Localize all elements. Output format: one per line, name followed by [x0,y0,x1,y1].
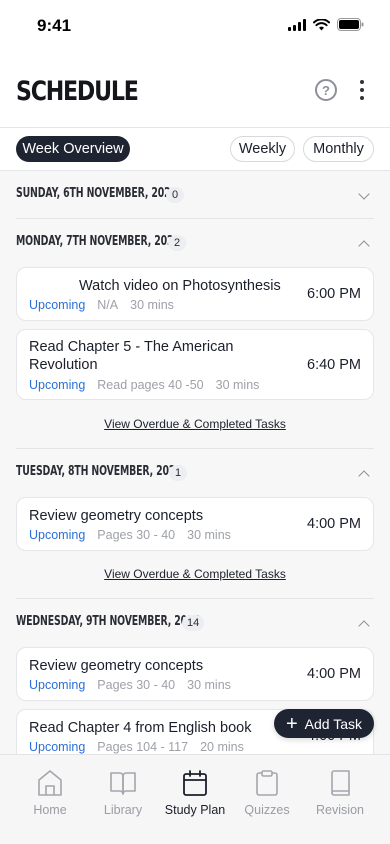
day-header-wednesday[interactable]: WEDNESDAY, 9TH NOVEMBER, 2024 14 [0,599,390,647]
task-card[interactable]: Review geometry concepts Upcoming Pages … [16,647,374,701]
weekly-tab[interactable]: Weekly [230,136,295,162]
task-time: 4:00 PM [307,516,361,532]
task-duration: 30 mins [130,298,174,312]
more-options-button[interactable] [352,78,372,102]
task-time: 6:00 PM [307,286,361,302]
task-duration: 30 mins [215,378,260,392]
task-detail: Read pages 40 -50 [97,378,204,392]
notebook-icon [328,769,352,797]
battery-icon [337,18,364,31]
task-meta: Upcoming Read pages 40 -50 30 mins [29,378,259,392]
task-card[interactable]: Review geometry concepts Upcoming Pages … [16,497,374,551]
week-overview-tab[interactable]: Week Overview [16,136,130,162]
more-dot-icon [360,80,364,84]
monthly-tab[interactable]: Monthly [303,136,374,162]
nav-item-study-plan[interactable]: Study Plan [160,769,230,817]
task-card[interactable]: Watch video on Photosynthesis Upcoming N… [16,267,374,321]
task-title: Read Chapter 5 - The American Revolution [29,339,234,373]
nav-item-revision[interactable]: Revision [305,769,375,817]
task-title: Review geometry concepts [29,658,204,674]
task-meta: Upcoming Pages 104 - 117 20 mins [29,740,244,754]
more-dot-icon [360,88,364,92]
nav-label: Quizzes [244,803,290,817]
task-title: Review geometry concepts [29,508,204,524]
status-bar: 9:41 [0,0,390,50]
task-count-badge: 2 [168,235,186,251]
task-status: Upcoming [29,528,86,542]
task-detail: Pages 30 - 40 [97,678,176,692]
task-count-badge: 14 [182,615,205,631]
schedule-list[interactable]: SUNDAY, 6TH NOVEMBER, 2024 0 MONDAY, 7TH… [0,171,390,754]
calendar-icon [182,769,208,797]
cellular-signal-icon [288,18,306,31]
clipboard-icon [255,769,279,797]
day-title: MONDAY, 7TH NOVEMBER, 2024 [16,234,180,249]
task-time: 4:00 PM [307,666,361,682]
task-card[interactable]: Read Chapter 5 - The American Revolution… [16,329,374,400]
day-header-tuesday[interactable]: TUESDAY, 8TH NOVEMBER, 2024 1 [0,449,390,497]
nav-label: Home [33,803,67,817]
view-filter-bar: Week Overview Weekly Monthly [0,128,390,171]
nav-item-home[interactable]: Home [15,769,85,817]
wifi-icon [313,18,330,30]
nav-item-quizzes[interactable]: Quizzes [232,769,302,817]
task-detail: Pages 30 - 40 [97,528,176,542]
help-button[interactable]: ? [315,79,337,101]
view-overdue-completed-link[interactable]: View Overdue & Completed Tasks [0,417,390,431]
chevron-up-icon[interactable] [358,470,370,482]
status-time: 9:41 [37,16,72,35]
task-title: Watch video on Photosynthesis [79,278,281,294]
day-title: TUESDAY, 8TH NOVEMBER, 2024 [16,464,182,479]
task-count-badge: 1 [169,465,187,481]
home-icon [37,769,63,797]
add-task-button[interactable]: + Add Task [274,709,374,738]
nav-label: Revision [316,803,364,817]
task-meta: Upcoming Pages 30 - 40 30 mins [29,678,231,692]
task-status: Upcoming [29,740,86,754]
day-title: SUNDAY, 6TH NOVEMBER, 2024 [16,186,177,201]
bottom-nav: Home Library Study Plan Quizzes Revision [0,754,390,844]
task-status: Upcoming [29,378,86,392]
nav-label: Study Plan [164,803,226,817]
task-status: Upcoming [29,678,86,692]
nav-item-library[interactable]: Library [88,769,158,817]
plus-icon: + [285,712,298,735]
task-title: Read Chapter 4 from English book [29,720,252,736]
task-time: 6:40 PM [307,357,361,373]
task-detail: Pages 104 - 117 [97,740,189,754]
task-meta: Upcoming Pages 30 - 40 30 mins [29,528,231,542]
more-dot-icon [360,96,364,100]
task-duration: 30 mins [187,678,231,692]
task-duration: 20 mins [200,740,244,754]
page-header: SCHEDULE ? [0,50,390,128]
task-duration: 30 mins [187,528,231,542]
chevron-up-icon[interactable] [358,240,370,252]
add-task-label: Add Task [304,715,363,732]
day-header-sunday[interactable]: SUNDAY, 6TH NOVEMBER, 2024 0 [0,171,390,219]
page-title: SCHEDULE [16,76,139,107]
task-detail: N/A [97,298,119,312]
chevron-up-icon[interactable] [358,620,370,632]
chevron-down-icon[interactable] [358,188,370,200]
view-overdue-completed-link[interactable]: View Overdue & Completed Tasks [0,567,390,581]
task-meta: Upcoming N/A 30 mins [29,298,174,312]
task-status: Upcoming [29,298,86,312]
day-header-monday[interactable]: MONDAY, 7TH NOVEMBER, 2024 2 [0,219,390,267]
book-open-icon [109,769,137,797]
day-title: WEDNESDAY, 9TH NOVEMBER, 2024 [16,614,200,629]
status-icons [288,18,364,31]
nav-label: Library [103,803,143,817]
task-count-badge: 0 [166,187,184,203]
help-icon: ? [322,82,330,98]
